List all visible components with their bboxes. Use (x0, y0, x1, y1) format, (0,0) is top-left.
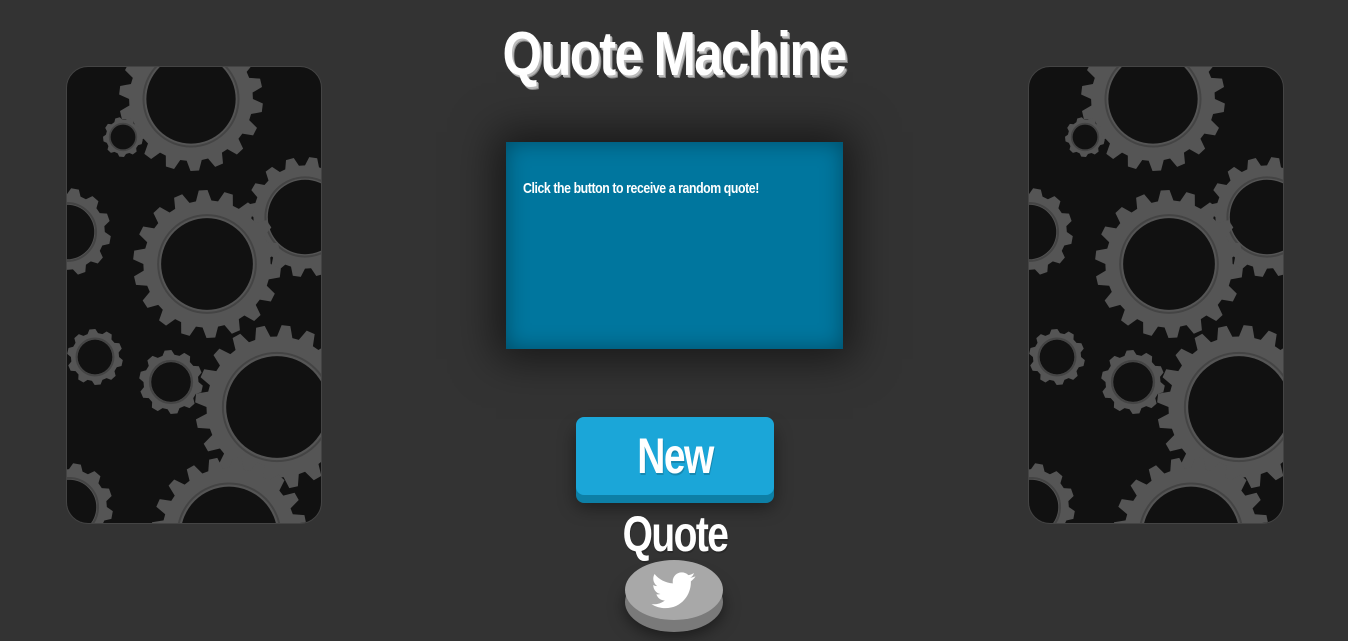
gears-icon (67, 67, 321, 523)
new-quote-label: New Quote (622, 428, 729, 562)
gears-icon (1029, 67, 1283, 523)
gear-icon (139, 350, 203, 414)
tweet-button[interactable] (625, 560, 723, 620)
gear-icon (1029, 329, 1085, 385)
twitter-bird-icon (651, 572, 696, 609)
gear-icon (1081, 67, 1225, 171)
gear-icon (67, 329, 123, 385)
page: Quote Machine Click the button to receiv… (0, 0, 1348, 641)
new-quote-button[interactable]: New Quote (576, 417, 774, 562)
gear-icon (1029, 463, 1075, 523)
quote-text: Click the button to receive a random quo… (523, 180, 759, 197)
quote-box: Click the button to receive a random quo… (506, 142, 843, 349)
right-gears-panel (1028, 66, 1284, 524)
gear-icon (1101, 350, 1165, 414)
gear-icon (67, 463, 113, 523)
gear-icon (1029, 188, 1073, 275)
gear-icon (67, 188, 111, 275)
left-gears-panel (66, 66, 322, 524)
gear-icon (119, 67, 263, 171)
